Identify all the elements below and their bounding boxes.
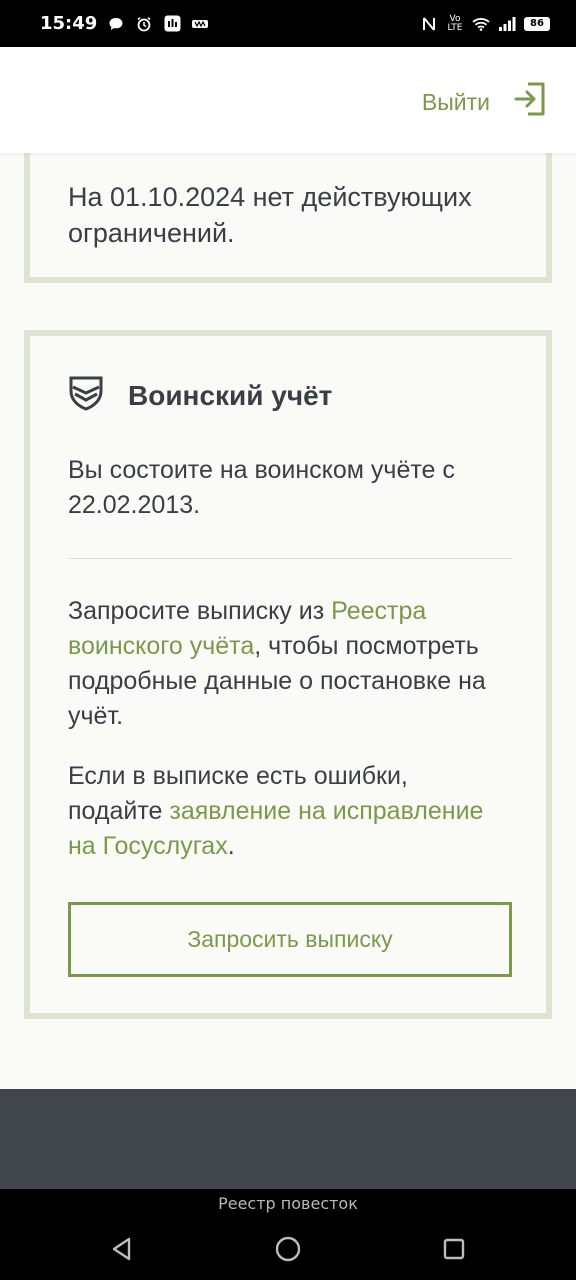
restrictions-card: На 01.10.2024 нет действующих ограничени… (24, 153, 552, 283)
signal-icon (498, 15, 516, 33)
logout-label: Выйти (421, 88, 490, 115)
network-type: Vo LTE (447, 13, 463, 33)
request-extract-button[interactable]: Запросить выписку (68, 902, 512, 977)
card-title: Воинский учёт (128, 379, 333, 411)
military-registration-card: Воинский учёт Вы состоите на воинском уч… (24, 330, 552, 1019)
registration-status-text: Вы состоите на воинском учёте с 22.02.20… (68, 456, 455, 519)
restrictions-text: На 01.10.2024 нет действующих ограничени… (68, 182, 472, 248)
logout-button[interactable]: Выйти (422, 81, 546, 123)
errors-text-after: . (227, 832, 235, 860)
recents-icon[interactable] (438, 1233, 470, 1265)
tools-icon (191, 15, 209, 33)
request-extract-text: Запросите выписку из Реестра воинского у… (68, 594, 508, 734)
status-bar: 15:49 Vo LTE 86 (0, 0, 576, 47)
page-footer (0, 1089, 576, 1189)
battery-indicator: 86 (524, 16, 550, 31)
app-header: Выйти (0, 47, 576, 153)
chat-bubble-icon (107, 15, 125, 33)
shield-icon (68, 374, 104, 417)
app-notification-icon (163, 15, 181, 33)
alarm-clock-icon (135, 15, 153, 33)
page-content: На 01.10.2024 нет действующих ограничени… (0, 153, 576, 1089)
card-header: Воинский учёт (68, 374, 332, 417)
back-icon[interactable] (106, 1233, 138, 1265)
wifi-icon (472, 15, 490, 33)
errors-text: Если в выписке есть ошибки, подайте заяв… (68, 759, 508, 864)
request-text-before: Запросите выписку из (68, 597, 332, 625)
divider (68, 558, 512, 559)
nfc-icon (420, 15, 438, 33)
app-title: Реестр повесток (218, 1194, 358, 1213)
home-icon[interactable] (272, 1233, 304, 1265)
logout-icon (514, 81, 546, 123)
system-nav-bar: Реестр повесток (0, 1189, 576, 1280)
status-time: 15:49 (40, 13, 98, 34)
